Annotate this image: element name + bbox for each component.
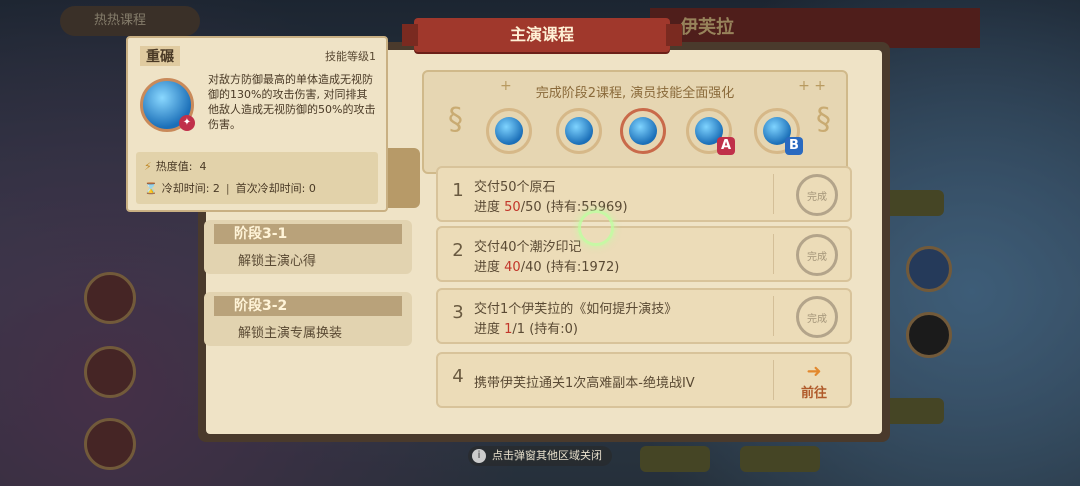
spirit-swirl-icon[interactable] <box>486 108 532 154</box>
task-row: 3 交付1个伊芙拉的《如何提升演技》 进度 1/1 (持有:0) 完成 <box>436 288 852 344</box>
close-hint: i 点击弹窗其他区域关闭 <box>468 446 612 466</box>
hourglass-icon: ⌛ <box>144 182 158 195</box>
task-title: 携带伊芙拉通关1次高难副本-绝境战IV <box>474 376 695 391</box>
skill-level: 技能等级1 <box>325 50 376 63</box>
info-icon: i <box>472 449 486 463</box>
stage-reward-box: + + + 完成阶段2课程, 演员技能全面强化 § § A B <box>422 70 848 174</box>
task-title: 交付40个潮汐印记 <box>474 240 582 255</box>
divider <box>773 360 774 400</box>
cooldown-row: ⌛ 冷却时间: 2 | 首次冷却时间: 0 <box>144 182 316 195</box>
divider <box>773 234 774 274</box>
variant-b-badge: B <box>785 137 803 155</box>
task-row: 2 交付40个潮汐印记 进度 40/40 (持有:1972) 完成 <box>436 226 852 282</box>
tap-indicator <box>578 210 614 246</box>
task-row: 4 携带伊芙拉通关1次高难副本-绝境战IV ➜ 前往 <box>436 352 852 408</box>
divider <box>773 174 774 214</box>
task-progress: 进度 40/40 (持有:1972) <box>474 260 620 275</box>
completed-stamp: 完成 <box>796 296 838 338</box>
skill-stats: ⚡ 热度值: 4 ⌛ 冷却时间: 2 | 首次冷却时间: 0 <box>136 152 378 204</box>
variant-a-badge: A <box>717 137 735 155</box>
phase-tab[interactable]: 阶段3-2 解锁主演专属换装 <box>204 292 412 346</box>
task-number: 4 <box>452 366 464 387</box>
water-wave-icon[interactable]: B <box>754 108 803 155</box>
phase-title: 阶段3-1 <box>214 224 402 244</box>
task-number: 2 <box>452 240 464 261</box>
shield-break-icon[interactable] <box>620 108 666 154</box>
task-progress: 进度 1/1 (持有:0) <box>474 322 578 337</box>
task-number: 1 <box>452 180 464 201</box>
lightning-icon: ⚡ <box>144 160 152 173</box>
task-number: 3 <box>452 302 464 323</box>
swirl-ornament-icon: § <box>448 102 463 137</box>
pin-badge-icon: ✦ <box>179 115 195 131</box>
task-row: 1 交付50个原石 进度 50/50 (持有:55969) 完成 <box>436 166 852 222</box>
water-wave-icon[interactable]: A <box>686 108 735 155</box>
stage-reward-text: 完成阶段2课程, 演员技能全面强化 <box>535 86 735 101</box>
skill-description: 对敌方防御最高的单体造成无视防御的130%的攻击伤害, 对同排其他敌人造成无视防… <box>208 73 376 131</box>
water-wave-icon[interactable] <box>556 108 602 154</box>
phase-title: 阶段3-2 <box>214 296 402 316</box>
divider <box>773 296 774 336</box>
panel-title: 主演课程 <box>402 18 682 52</box>
phase-description: 解锁主演心得 <box>238 254 317 269</box>
completed-stamp: 完成 <box>796 234 838 276</box>
swirl-ornament-icon: § <box>816 102 831 137</box>
phase-description: 解锁主演专属换装 <box>238 326 343 341</box>
phase-tab[interactable]: 阶段3-1 解锁主演心得 <box>204 220 412 274</box>
skill-tooltip: 重碾 技能等级1 ✦ 对敌方防御最高的单体造成无视防御的130%的攻击伤害, 对… <box>126 36 388 212</box>
go-button[interactable]: ➜ 前往 <box>796 362 832 402</box>
completed-stamp: 完成 <box>796 174 838 216</box>
skill-name: 重碾 <box>140 46 180 66</box>
task-title: 交付1个伊芙拉的《如何提升演技》 <box>474 302 678 317</box>
heat-row: ⚡ 热度值: 4 <box>144 160 207 173</box>
arrow-right-icon: ➜ <box>806 361 822 382</box>
task-title: 交付50个原石 <box>474 180 556 195</box>
shield-break-icon: ✦ <box>140 78 195 132</box>
